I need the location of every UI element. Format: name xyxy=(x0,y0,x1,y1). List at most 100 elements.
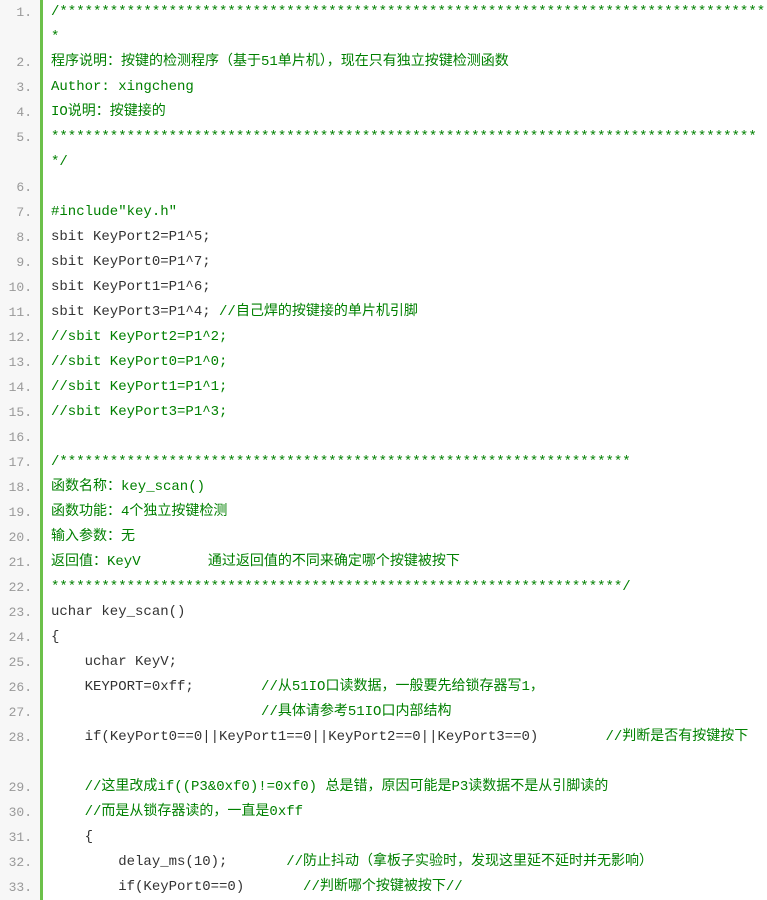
code-token: sbit KeyPort3=P1^4; xyxy=(51,304,219,320)
code-line[interactable]: sbit KeyPort1=P1^6; xyxy=(51,275,767,300)
code-line[interactable]: 程序说明：按键的检测程序（基于51单片机），现在只有独立按键检测函数 xyxy=(51,50,767,75)
line-number: 10. xyxy=(0,275,40,300)
code-line[interactable]: //sbit KeyPort1=P1^1; xyxy=(51,375,767,400)
line-number: 12. xyxy=(0,325,40,350)
comment-token: ****************************************… xyxy=(51,579,631,595)
code-token xyxy=(51,804,85,820)
line-number: 7. xyxy=(0,200,40,225)
line-number: 8. xyxy=(0,225,40,250)
code-line[interactable]: //这里改成if((P3&0xf0)!=0xf0) 总是错，原因可能是P3读数据… xyxy=(51,775,767,800)
code-line[interactable] xyxy=(51,175,767,200)
code-line[interactable]: if(KeyPort0==0||KeyPort1==0||KeyPort2==0… xyxy=(51,725,767,775)
line-number: 24. xyxy=(0,625,40,650)
comment-token: 程序说明：按键的检测程序（基于51单片机），现在只有独立按键检测函数 xyxy=(51,54,509,70)
code-line[interactable]: sbit KeyPort3=P1^4; //自己焊的按键接的单片机引脚 xyxy=(51,300,767,325)
line-number: 2. xyxy=(0,50,40,75)
code-line[interactable]: delay_ms(10); //防止抖动（拿板子实验时，发现这里延不延时并无影响… xyxy=(51,850,767,875)
comment-token: 函数功能：4个独立按键检测 xyxy=(51,504,227,520)
code-line[interactable]: { xyxy=(51,625,767,650)
line-number: 6. xyxy=(0,175,40,200)
comment-token: //自己焊的按键接的单片机引脚 xyxy=(219,304,418,320)
code-line[interactable]: #include"key.h" xyxy=(51,200,767,225)
comment-token: 返回值：KeyV 通过返回值的不同来确定哪个按键被按下 xyxy=(51,554,460,570)
code-line[interactable]: KEYPORT=0xff; //从51IO口读数据，一般要先给锁存器写1， xyxy=(51,675,767,700)
line-number: 16. xyxy=(0,425,40,450)
line-number: 29. xyxy=(0,775,40,800)
comment-token: Author: xingcheng xyxy=(51,79,194,95)
line-number: 1. xyxy=(0,0,40,50)
code-token: KEYPORT=0xff; xyxy=(51,679,261,695)
comment-token: 函数名称：key_scan() xyxy=(51,479,205,495)
comment-token: //sbit KeyPort1=P1^1; xyxy=(51,379,227,395)
line-number: 4. xyxy=(0,100,40,125)
comment-token: //防止抖动（拿板子实验时，发现这里延不延时并无影响） xyxy=(286,854,653,870)
code-line[interactable]: //sbit KeyPort2=P1^2; xyxy=(51,325,767,350)
line-number: 30. xyxy=(0,800,40,825)
code-line[interactable]: ****************************************… xyxy=(51,125,767,175)
line-number: 18. xyxy=(0,475,40,500)
code-token: uchar key_scan() xyxy=(51,604,185,620)
code-token: sbit KeyPort2=P1^5; xyxy=(51,229,211,245)
code-token: if(KeyPort0==0||KeyPort1==0||KeyPort2==0… xyxy=(51,729,606,745)
code-line[interactable]: { xyxy=(51,825,767,850)
code-line[interactable]: //sbit KeyPort3=P1^3; xyxy=(51,400,767,425)
line-number: 23. xyxy=(0,600,40,625)
code-token: if(KeyPort0==0) xyxy=(51,879,303,895)
code-line[interactable]: sbit KeyPort0=P1^7; xyxy=(51,250,767,275)
code-line[interactable]: /***************************************… xyxy=(51,450,767,475)
code-token: uchar KeyV; xyxy=(51,654,177,670)
line-number: 14. xyxy=(0,375,40,400)
code-content[interactable]: /***************************************… xyxy=(40,0,767,900)
code-line[interactable]: uchar key_scan() xyxy=(51,600,767,625)
code-line[interactable]: 函数功能：4个独立按键检测 xyxy=(51,500,767,525)
code-line[interactable]: //而是从锁存器读的，一直是0xff xyxy=(51,800,767,825)
line-number: 27. xyxy=(0,700,40,725)
line-number: 5. xyxy=(0,125,40,175)
line-number: 31. xyxy=(0,825,40,850)
comment-token: /***************************************… xyxy=(51,4,765,45)
comment-token: /***************************************… xyxy=(51,454,631,470)
code-line[interactable]: sbit KeyPort2=P1^5; xyxy=(51,225,767,250)
code-line[interactable]: IO说明：按键接的 xyxy=(51,100,767,125)
code-line[interactable]: //sbit KeyPort0=P1^0; xyxy=(51,350,767,375)
line-number: 25. xyxy=(0,650,40,675)
code-token xyxy=(51,704,261,720)
code-token: sbit KeyPort0=P1^7; xyxy=(51,254,211,270)
comment-token: //具体请参考51IO口内部结构 xyxy=(261,704,451,720)
code-line[interactable]: 输入参数：无 xyxy=(51,525,767,550)
comment-token: //sbit KeyPort3=P1^3; xyxy=(51,404,227,420)
line-number: 3. xyxy=(0,75,40,100)
comment-token: //sbit KeyPort0=P1^0; xyxy=(51,354,227,370)
line-number: 15. xyxy=(0,400,40,425)
comment-token: //sbit KeyPort2=P1^2; xyxy=(51,329,227,345)
comment-token: ****************************************… xyxy=(51,129,757,170)
line-number: 28. xyxy=(0,725,40,775)
code-line[interactable]: 返回值：KeyV 通过返回值的不同来确定哪个按键被按下 xyxy=(51,550,767,575)
comment-token: //判断是否有按键按下 xyxy=(606,729,749,745)
line-number: 9. xyxy=(0,250,40,275)
comment-token: //这里改成if((P3&0xf0)!=0xf0) 总是错，原因可能是P3读数据… xyxy=(85,779,609,795)
code-line[interactable]: Author: xingcheng xyxy=(51,75,767,100)
line-number: 22. xyxy=(0,575,40,600)
code-line[interactable]: /***************************************… xyxy=(51,0,767,50)
code-line[interactable]: //具体请参考51IO口内部结构 xyxy=(51,700,767,725)
code-token: sbit KeyPort1=P1^6; xyxy=(51,279,211,295)
code-line[interactable]: uchar KeyV; xyxy=(51,650,767,675)
comment-token: IO说明：按键接的 xyxy=(51,104,166,120)
line-number: 32. xyxy=(0,850,40,875)
code-line[interactable]: if(KeyPort0==0) //判断哪个按键被按下// xyxy=(51,875,767,900)
code-token: { xyxy=(51,629,59,645)
code-line[interactable] xyxy=(51,425,767,450)
line-number: 19. xyxy=(0,500,40,525)
code-editor: 1.2.3.4.5.6.7.8.9.10.11.12.13.14.15.16. 1… xyxy=(0,0,767,900)
comment-token: //判断哪个按键被按下// xyxy=(303,879,463,895)
line-number: 21. xyxy=(0,550,40,575)
code-line[interactable]: 函数名称：key_scan() xyxy=(51,475,767,500)
line-number: 13. xyxy=(0,350,40,375)
line-number: 20. xyxy=(0,525,40,550)
code-token: delay_ms(10); xyxy=(51,854,286,870)
line-number: 11. xyxy=(0,300,40,325)
code-line[interactable]: ****************************************… xyxy=(51,575,767,600)
comment-token: #include"key.h" xyxy=(51,204,177,220)
line-number-gutter: 1.2.3.4.5.6.7.8.9.10.11.12.13.14.15.16. 1… xyxy=(0,0,40,900)
